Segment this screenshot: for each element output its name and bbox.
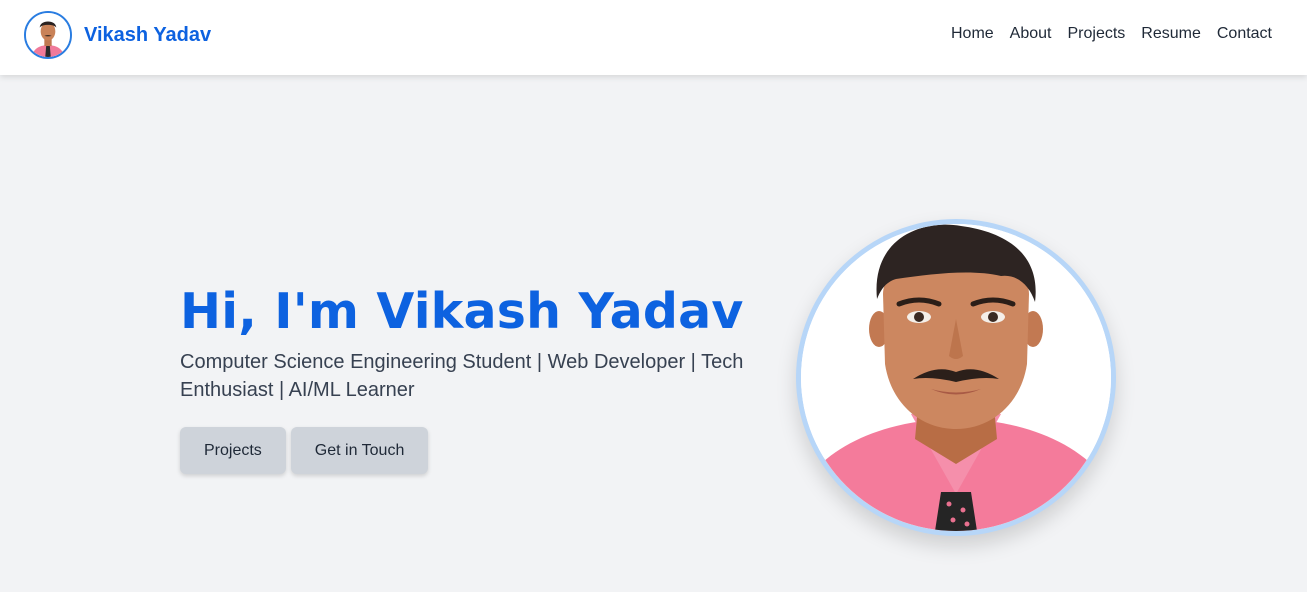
navbar: Vikash Yadav Home About Projects Resume … [0, 0, 1307, 75]
brand-link[interactable]: Vikash Yadav [24, 11, 211, 59]
get-in-touch-button[interactable]: Get in Touch [290, 427, 429, 474]
brand-avatar [24, 11, 72, 59]
projects-button[interactable]: Projects [180, 427, 286, 474]
nav-projects[interactable]: Projects [1067, 24, 1125, 44]
nav-about[interactable]: About [1010, 24, 1052, 44]
main-nav: Home About Projects Resume Contact [935, 24, 1272, 44]
nav-home[interactable]: Home [951, 24, 994, 44]
brand-name: Vikash Yadav [84, 23, 212, 46]
hero-title: Hi, I'm Vikash Yadav [180, 283, 744, 340]
nav-contact[interactable]: Contact [1217, 24, 1272, 44]
profile-photo [796, 219, 1116, 536]
hero-actions: Projects Get in Touch [180, 427, 429, 474]
hero-subtitle: Computer Science Engineering Student | W… [180, 351, 744, 401]
hero-section: Hi, I'm Vikash Yadav Computer Science En… [0, 75, 1307, 592]
nav-resume[interactable]: Resume [1141, 24, 1201, 44]
